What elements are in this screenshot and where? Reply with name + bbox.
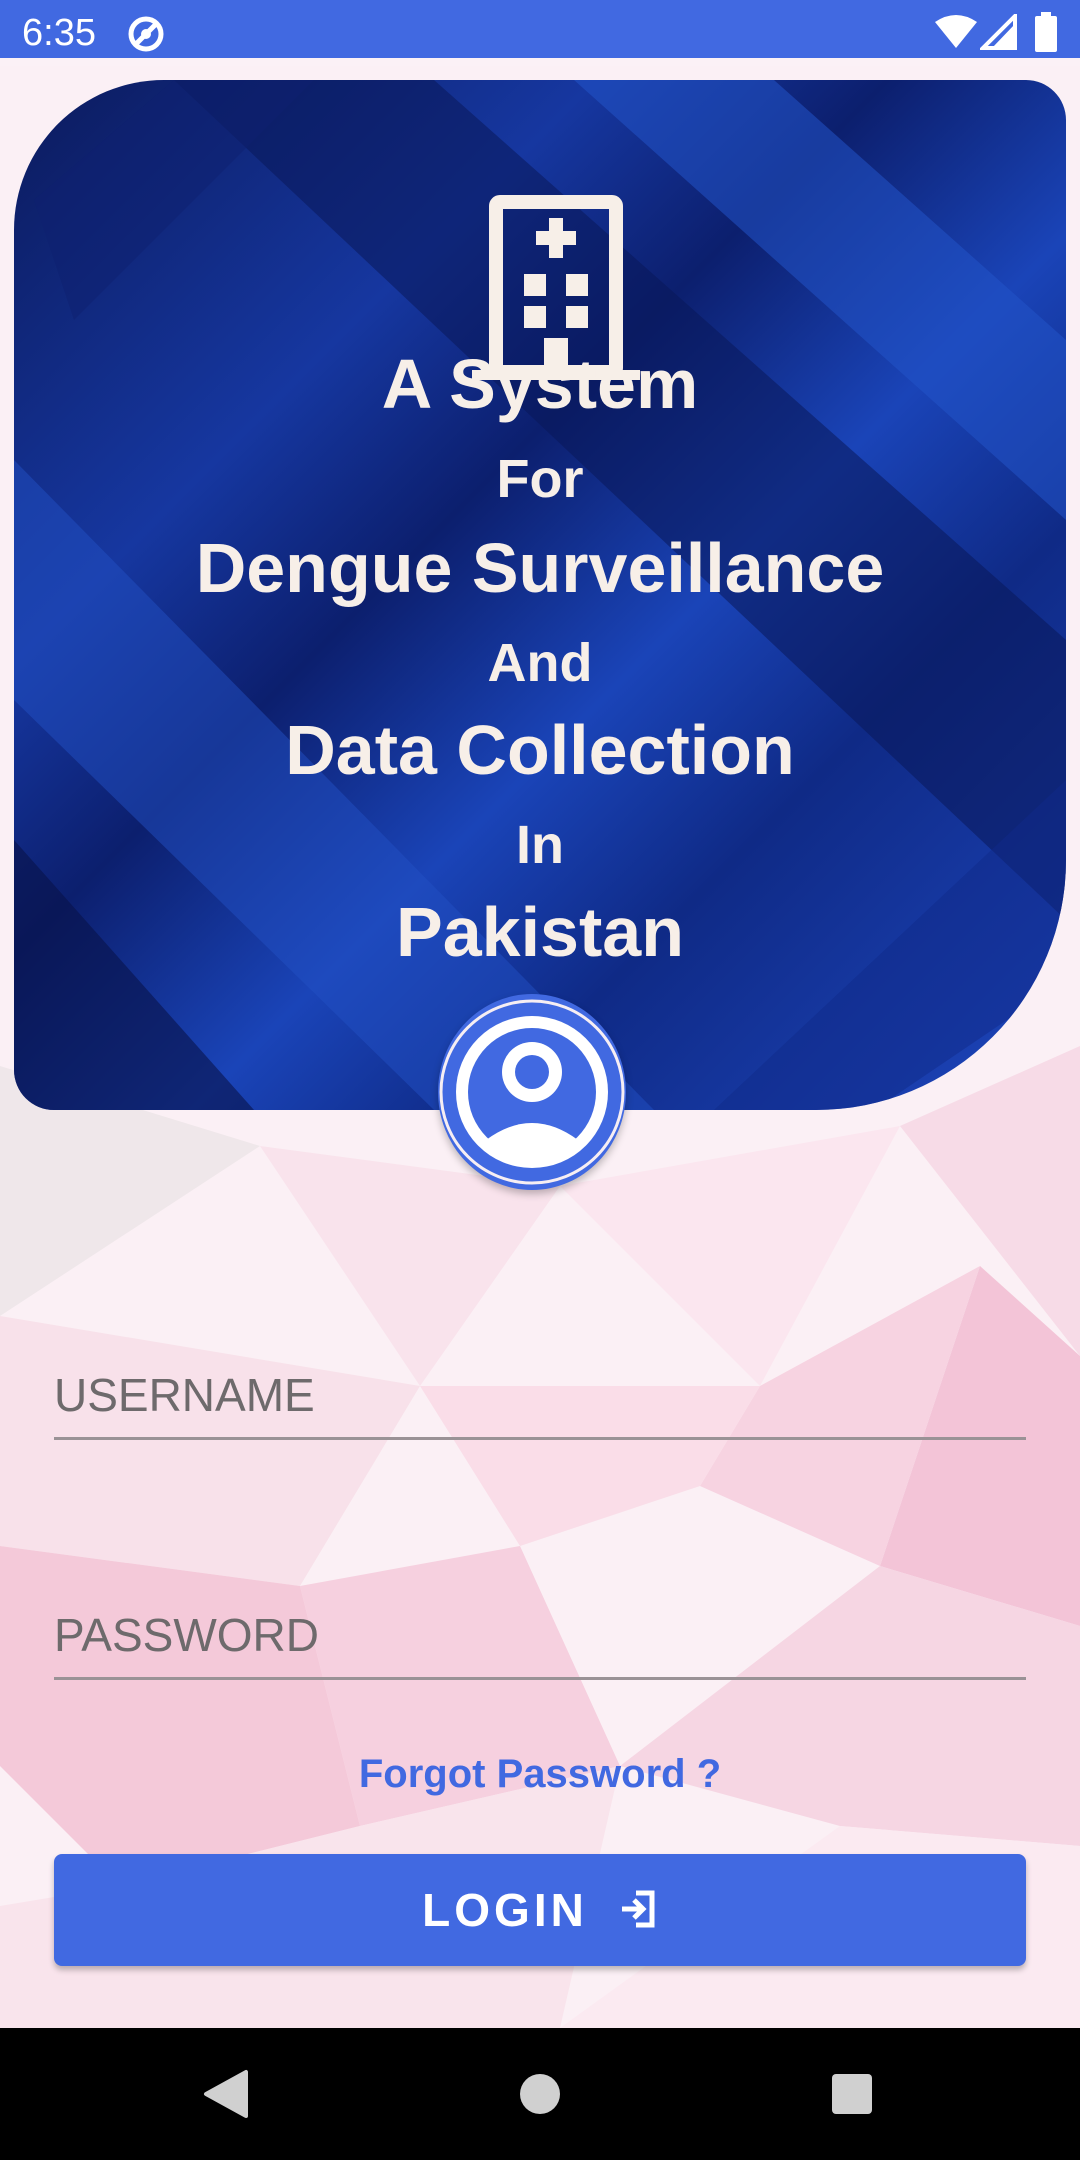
sync-circle-icon	[126, 14, 166, 59]
account-circle-icon	[439, 999, 625, 1185]
header-banner: A System For Dengue Surveillance And Dat…	[14, 80, 1066, 1110]
title-line-5: Data Collection	[285, 711, 795, 789]
password-field[interactable]	[54, 1570, 1026, 1680]
login-button[interactable]: LOGIN	[54, 1854, 1026, 1966]
recents-icon[interactable]	[812, 2054, 892, 2134]
forgot-password-link[interactable]: Forgot Password ?	[0, 1752, 1080, 1797]
wifi-icon	[934, 14, 978, 55]
password-input[interactable]	[54, 1570, 1026, 1677]
login-label: LOGIN	[422, 1884, 588, 1936]
title-line-4: And	[487, 633, 593, 693]
avatar	[438, 994, 626, 1190]
status-time: 6:35	[22, 12, 96, 54]
signal-icon	[978, 11, 1018, 55]
title-line-3: Dengue Surveillance	[195, 529, 885, 607]
title-line-7: Pakistan	[396, 893, 684, 971]
username-input[interactable]	[54, 1330, 1026, 1437]
title-line-6: In	[516, 815, 564, 875]
navigation-bar	[0, 2028, 1080, 2160]
battery-icon	[1034, 12, 1058, 57]
username-field[interactable]	[54, 1330, 1026, 1440]
back-icon[interactable]	[188, 2054, 268, 2134]
login-icon	[618, 1889, 658, 1932]
title-line-2: For	[496, 449, 584, 509]
title-line-1: A System	[381, 345, 699, 423]
home-icon[interactable]	[500, 2054, 580, 2134]
status-bar: 6:35	[0, 0, 1080, 66]
